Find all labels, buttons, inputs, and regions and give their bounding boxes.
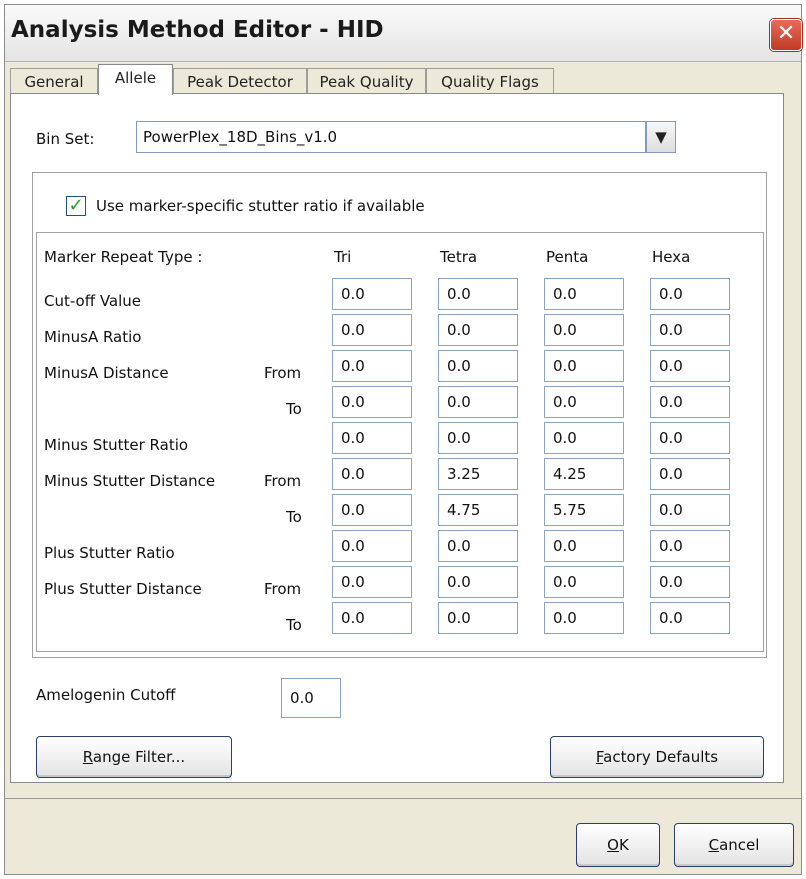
- value-field-hexa[interactable]: 0.0: [650, 350, 730, 382]
- value-field-penta[interactable]: 5.75: [544, 494, 624, 526]
- factory-defaults-label: actory Defaults: [603, 748, 719, 766]
- row-label: Minus Stutter Distance: [44, 472, 216, 490]
- title-bar[interactable]: Analysis Method Editor - HID ✕: [5, 5, 802, 62]
- value-field-tetra[interactable]: 0.0: [438, 422, 518, 454]
- amelogenin-cutoff-field[interactable]: 0.0: [281, 678, 341, 718]
- value-field-penta[interactable]: 0.0: [544, 566, 624, 598]
- tab-peak-detector[interactable]: Peak Detector: [173, 68, 307, 94]
- tab-quality-flags[interactable]: Quality Flags: [426, 68, 554, 94]
- value-field-penta[interactable]: 0.0: [544, 386, 624, 418]
- to-label: To: [286, 400, 302, 418]
- value-field-tri[interactable]: 0.0: [332, 458, 412, 490]
- value-field-hexa[interactable]: 0.0: [650, 458, 730, 490]
- value-field-penta[interactable]: 0.0: [544, 314, 624, 346]
- row-label: Plus Stutter Distance: [44, 580, 202, 598]
- dialog-separator: [4, 798, 802, 799]
- value-field-tetra[interactable]: 0.0: [438, 314, 518, 346]
- close-icon[interactable]: ✕: [770, 19, 802, 51]
- value-field-tri[interactable]: 0.0: [332, 278, 412, 310]
- row-label: Cut-off Value: [44, 292, 142, 310]
- cancel-mnemonic: C: [708, 836, 720, 854]
- column-header-hexa: Hexa: [652, 248, 691, 266]
- value-field-hexa[interactable]: 0.0: [650, 494, 730, 526]
- value-field-tetra[interactable]: 0.0: [438, 602, 518, 634]
- tab-peak-quality[interactable]: Peak Quality: [307, 68, 426, 94]
- ok-mnemonic: O: [607, 836, 619, 854]
- value-field-hexa[interactable]: 0.0: [650, 530, 730, 562]
- value-field-tetra[interactable]: 0.0: [438, 566, 518, 598]
- value-field-hexa[interactable]: 0.0: [650, 386, 730, 418]
- cancel-label: ancel: [719, 836, 760, 854]
- chevron-down-icon[interactable]: ▼: [646, 121, 676, 153]
- value-field-tri[interactable]: 0.0: [332, 386, 412, 418]
- value-field-tetra[interactable]: 0.0: [438, 350, 518, 382]
- tab-general[interactable]: General: [10, 68, 98, 94]
- range-filter-mnemonic: R: [82, 748, 93, 766]
- value-field-hexa[interactable]: 0.0: [650, 278, 730, 310]
- ok-label: K: [618, 836, 629, 854]
- value-field-tri[interactable]: 0.0: [332, 530, 412, 562]
- value-field-tetra[interactable]: 0.0: [438, 386, 518, 418]
- value-field-hexa[interactable]: 0.0: [650, 314, 730, 346]
- value-field-penta[interactable]: 0.0: [544, 530, 624, 562]
- window-title: Analysis Method Editor - HID: [11, 17, 384, 43]
- from-label: From: [264, 580, 302, 598]
- row-label: Minus Stutter Ratio: [44, 436, 189, 454]
- value-field-tetra[interactable]: 0.0: [438, 278, 518, 310]
- value-field-penta[interactable]: 0.0: [544, 422, 624, 454]
- value-field-penta[interactable]: 0.0: [544, 350, 624, 382]
- amelogenin-cutoff-label: Amelogenin Cutoff: [36, 686, 176, 704]
- marker-repeat-type-label: Marker Repeat Type :: [44, 248, 203, 266]
- from-label: From: [264, 472, 302, 490]
- cancel-button[interactable]: Cancel: [674, 823, 794, 867]
- value-field-hexa[interactable]: 0.0: [650, 422, 730, 454]
- row-label: MinusA Ratio: [44, 328, 142, 346]
- from-label: From: [264, 364, 302, 382]
- bin-set-select[interactable]: PowerPlex_18D_Bins_v1.0: [136, 121, 646, 153]
- stutter-checkbox[interactable]: ✓: [66, 196, 86, 216]
- column-header-tri: Tri: [334, 248, 352, 266]
- value-field-penta[interactable]: 0.0: [544, 278, 624, 310]
- value-field-tri[interactable]: 0.0: [332, 314, 412, 346]
- to-label: To: [286, 508, 302, 526]
- factory-defaults-button[interactable]: Factory Defaults: [550, 736, 764, 778]
- ok-button[interactable]: OK: [576, 823, 660, 867]
- value-field-tetra[interactable]: 0.0: [438, 530, 518, 562]
- value-field-penta[interactable]: 4.25: [544, 458, 624, 490]
- value-field-tri[interactable]: 0.0: [332, 494, 412, 526]
- bin-set-label: Bin Set:: [36, 130, 95, 148]
- value-field-hexa[interactable]: 0.0: [650, 602, 730, 634]
- value-field-tri[interactable]: 0.0: [332, 566, 412, 598]
- value-field-penta[interactable]: 0.0: [544, 602, 624, 634]
- value-field-tri[interactable]: 0.0: [332, 422, 412, 454]
- range-filter-label: ange Filter...: [92, 748, 186, 766]
- column-header-tetra: Tetra: [440, 248, 478, 266]
- value-field-hexa[interactable]: 0.0: [650, 566, 730, 598]
- row-label: Plus Stutter Ratio: [44, 544, 175, 562]
- value-field-tri[interactable]: 0.0: [332, 350, 412, 382]
- to-label: To: [286, 616, 302, 634]
- range-filter-button[interactable]: Range Filter...: [36, 736, 232, 778]
- row-label: MinusA Distance: [44, 364, 169, 382]
- value-field-tetra[interactable]: 4.75: [438, 494, 518, 526]
- value-field-tetra[interactable]: 3.25: [438, 458, 518, 490]
- value-field-tri[interactable]: 0.0: [332, 602, 412, 634]
- column-header-penta: Penta: [546, 248, 589, 266]
- stutter-checkbox-label: Use marker-specific stutter ratio if ava…: [96, 197, 425, 215]
- tab-allele[interactable]: Allele: [98, 64, 173, 95]
